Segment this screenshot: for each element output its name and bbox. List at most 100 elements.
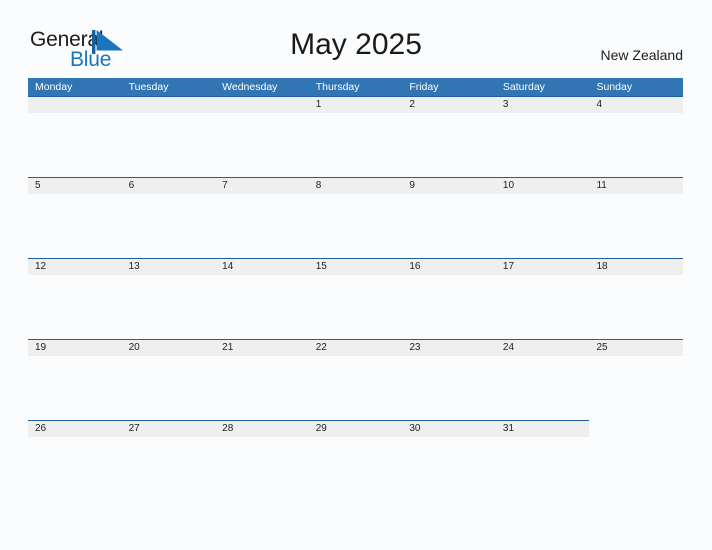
day-number: 30 <box>409 423 421 434</box>
day-notes-area[interactable] <box>496 437 590 501</box>
day-band <box>121 96 216 113</box>
day-cell[interactable]: 16 <box>402 258 496 339</box>
day-cell[interactable]: 24 <box>495 339 590 420</box>
day-notes-area[interactable] <box>589 275 683 339</box>
day-cell[interactable]: 17 <box>495 258 590 339</box>
week-row: 1 2 3 4 <box>28 96 684 177</box>
day-number: 12 <box>35 261 47 272</box>
page-header: General Blue May 2025 New Zealand <box>0 0 712 78</box>
day-number: 17 <box>502 261 515 272</box>
day-notes-area[interactable] <box>122 437 216 501</box>
day-cell[interactable]: 25 <box>589 339 684 420</box>
day-number: 16 <box>409 261 421 272</box>
day-notes-area[interactable] <box>402 356 496 420</box>
day-cell[interactable]: 10 <box>495 177 590 258</box>
day-number: 9 <box>409 180 415 191</box>
region-label: New Zealand <box>600 47 684 63</box>
day-notes-area[interactable] <box>122 356 216 420</box>
day-band <box>402 96 496 113</box>
day-cell[interactable]: 5 <box>28 177 122 258</box>
day-number: 27 <box>128 423 140 434</box>
day-notes-area[interactable] <box>589 194 683 258</box>
day-cell[interactable]: 6 <box>121 177 216 258</box>
weekday-header-thursday: Thursday <box>315 81 360 93</box>
day-notes-area[interactable] <box>122 275 216 339</box>
day-cell[interactable]: 26 <box>28 420 122 501</box>
day-cell[interactable]: 13 <box>121 258 216 339</box>
day-notes-area[interactable] <box>589 356 683 420</box>
day-cell[interactable]: 18 <box>589 258 684 339</box>
day-cell[interactable]: 14 <box>215 258 309 339</box>
day-notes-area[interactable] <box>215 275 309 339</box>
day-cell[interactable]: 22 <box>308 339 403 420</box>
day-cell[interactable]: 15 <box>308 258 403 339</box>
weekday-header-friday: Friday <box>409 81 439 93</box>
day-notes-area[interactable] <box>122 194 216 258</box>
day-notes-area[interactable] <box>309 194 403 258</box>
day-number: 5 <box>35 180 41 191</box>
day-notes-area[interactable] <box>496 356 590 420</box>
day-cell[interactable]: 11 <box>589 177 684 258</box>
day-notes-area[interactable] <box>496 275 590 339</box>
day-notes-area[interactable] <box>589 113 683 177</box>
day-notes-area[interactable] <box>215 356 309 420</box>
day-number: 15 <box>315 261 327 272</box>
day-band <box>215 96 309 113</box>
day-cell[interactable]: 9 <box>402 177 496 258</box>
day-notes-area[interactable] <box>309 113 403 177</box>
day-band <box>308 177 403 194</box>
day-cell[interactable]: 20 <box>121 339 216 420</box>
day-cell[interactable]: 23 <box>402 339 496 420</box>
day-notes-area[interactable] <box>496 194 590 258</box>
day-cell[interactable]: 19 <box>28 339 122 420</box>
day-cell[interactable]: 21 <box>215 339 309 420</box>
day-notes-area[interactable] <box>496 113 590 177</box>
day-cell[interactable]: 7 <box>215 177 309 258</box>
day-notes-area[interactable] <box>215 437 309 501</box>
day-notes-area[interactable] <box>402 437 496 501</box>
day-band <box>28 177 122 194</box>
day-notes-area[interactable] <box>402 194 496 258</box>
day-cell[interactable] <box>121 96 216 177</box>
day-number: 28 <box>222 423 234 434</box>
day-number: 22 <box>315 342 327 353</box>
day-notes-area[interactable] <box>28 437 122 501</box>
day-notes-area[interactable] <box>402 113 496 177</box>
day-notes-area[interactable] <box>309 275 403 339</box>
day-cell[interactable]: 29 <box>308 420 403 501</box>
day-cell[interactable]: 4 <box>589 96 684 177</box>
day-notes-area[interactable] <box>215 113 309 177</box>
day-cell[interactable]: 12 <box>28 258 122 339</box>
day-cell[interactable]: 3 <box>495 96 590 177</box>
week-row: 12 13 14 15 16 17 18 <box>28 258 684 339</box>
day-number: 13 <box>128 261 140 272</box>
day-notes-area[interactable] <box>28 113 122 177</box>
day-number: 11 <box>596 180 607 191</box>
day-notes-area[interactable] <box>309 356 403 420</box>
day-cell[interactable]: 28 <box>215 420 309 501</box>
day-cell[interactable] <box>215 96 309 177</box>
weekday-header-sunday: Sunday <box>596 81 633 93</box>
day-cell[interactable]: 31 <box>495 420 590 501</box>
day-cell[interactable]: 8 <box>308 177 403 258</box>
day-cell[interactable]: 27 <box>121 420 216 501</box>
day-number: 26 <box>35 423 47 434</box>
day-notes-area[interactable] <box>28 275 122 339</box>
day-notes-area[interactable] <box>402 275 496 339</box>
day-notes-area[interactable] <box>215 194 309 258</box>
day-cell[interactable]: 2 <box>402 96 496 177</box>
day-notes-area[interactable] <box>122 113 216 177</box>
day-band <box>308 96 403 113</box>
day-cell[interactable]: 30 <box>402 420 496 501</box>
week-row: 19 20 21 22 23 24 25 <box>28 339 684 420</box>
day-cell[interactable]: 1 <box>308 96 403 177</box>
day-band <box>402 177 496 194</box>
day-notes-area[interactable] <box>309 437 403 501</box>
day-number: 10 <box>502 180 515 191</box>
day-cell[interactable] <box>28 96 122 177</box>
day-notes-area[interactable] <box>28 194 122 258</box>
day-number: 19 <box>35 342 47 353</box>
day-number: 29 <box>315 423 327 434</box>
day-notes-area[interactable] <box>28 356 122 420</box>
day-band <box>589 96 684 113</box>
